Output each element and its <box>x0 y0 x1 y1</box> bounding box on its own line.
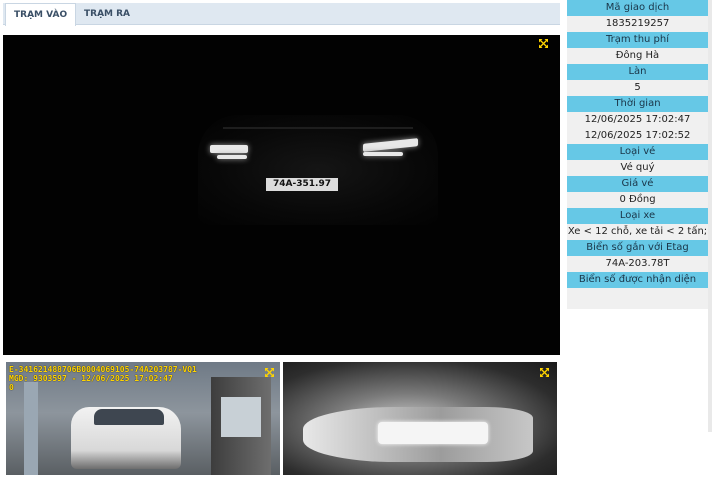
camera-panel: TRẠM VÀO TRẠM RA 74A-351.97 E-3416214887… <box>0 0 563 477</box>
price-label: Giá vé <box>567 176 708 192</box>
expand-arrows-icon[interactable] <box>538 38 549 49</box>
station-value: Đông Hà <box>567 48 708 64</box>
headlight-right-lower <box>363 152 403 156</box>
vehicle-hood <box>223 127 413 129</box>
toll-booth-window <box>221 397 261 437</box>
lane-camera-thumbnail[interactable]: E-341621488706B0004069105-74A203787-VQ1 … <box>6 362 280 475</box>
time-out-value: 12/06/2025 17:02:52 <box>567 128 708 144</box>
tab-station-out[interactable]: TRẠM RA <box>76 3 138 25</box>
license-plate: 74A-351.97 <box>266 178 338 191</box>
headlight-left-lower <box>217 155 247 159</box>
headlight-left <box>210 145 248 153</box>
expand-arrows-icon[interactable] <box>539 367 550 378</box>
station-tabbar: TRẠM VÀO TRẠM RA <box>3 3 560 26</box>
transaction-id-label: Mã giao dịch <box>567 0 708 16</box>
station-label: Trạm thu phí <box>567 32 708 48</box>
ticket-type-label: Loại vé <box>567 144 708 160</box>
vehicle-silhouette <box>198 115 438 225</box>
price-value: 0 Đồng <box>567 192 708 208</box>
tab-station-in[interactable]: TRẠM VÀO <box>5 3 77 26</box>
vehicle-windshield <box>94 409 164 425</box>
time-label: Thời gian <box>567 96 708 112</box>
headlamp-lens <box>378 422 488 444</box>
overlay-line-3: 0 <box>9 383 14 392</box>
camera-overlay-text: E-341621488706B0004069105-74A203787-VQ1 … <box>9 365 197 392</box>
time-in-value: 12/06/2025 17:02:47 <box>567 112 708 128</box>
transaction-id-value: 1835219257 <box>567 16 708 32</box>
page-scrollbar[interactable] <box>708 0 712 432</box>
ticket-type-value: Vé quý <box>567 160 708 176</box>
overlay-line-2: MGD: 9303597 - 12/06/2025 17:02:47 <box>9 374 173 383</box>
etag-plate-value: 74A-203.78T <box>567 256 708 272</box>
vehicle-type-value: Xe < 12 chỗ, xe tải < 2 tấn; <box>567 224 708 240</box>
etag-plate-label: Biển số gắn với Etag <box>567 240 708 256</box>
vehicle-type-label: Loại xe <box>567 208 708 224</box>
lane-value: 5 <box>567 80 708 96</box>
expand-arrows-icon[interactable] <box>264 367 275 378</box>
canopy-pillar <box>24 382 38 475</box>
lane-label: Làn <box>567 64 708 80</box>
transaction-info-panel: Mã giao dịch 1835219257 Trạm thu phí Đôn… <box>567 0 708 309</box>
recognized-plate-value <box>567 288 708 309</box>
plate-closeup-thumbnail[interactable] <box>283 362 557 475</box>
toll-transaction-view: TRẠM VÀO TRẠM RA 74A-351.97 E-3416214887… <box>0 0 712 477</box>
recognized-plate-label: Biển số được nhận diện <box>567 272 708 288</box>
overlay-line-1: E-341621488706B0004069105-74A203787-VQ1 <box>9 365 197 374</box>
main-camera-image: 74A-351.97 <box>3 35 560 355</box>
